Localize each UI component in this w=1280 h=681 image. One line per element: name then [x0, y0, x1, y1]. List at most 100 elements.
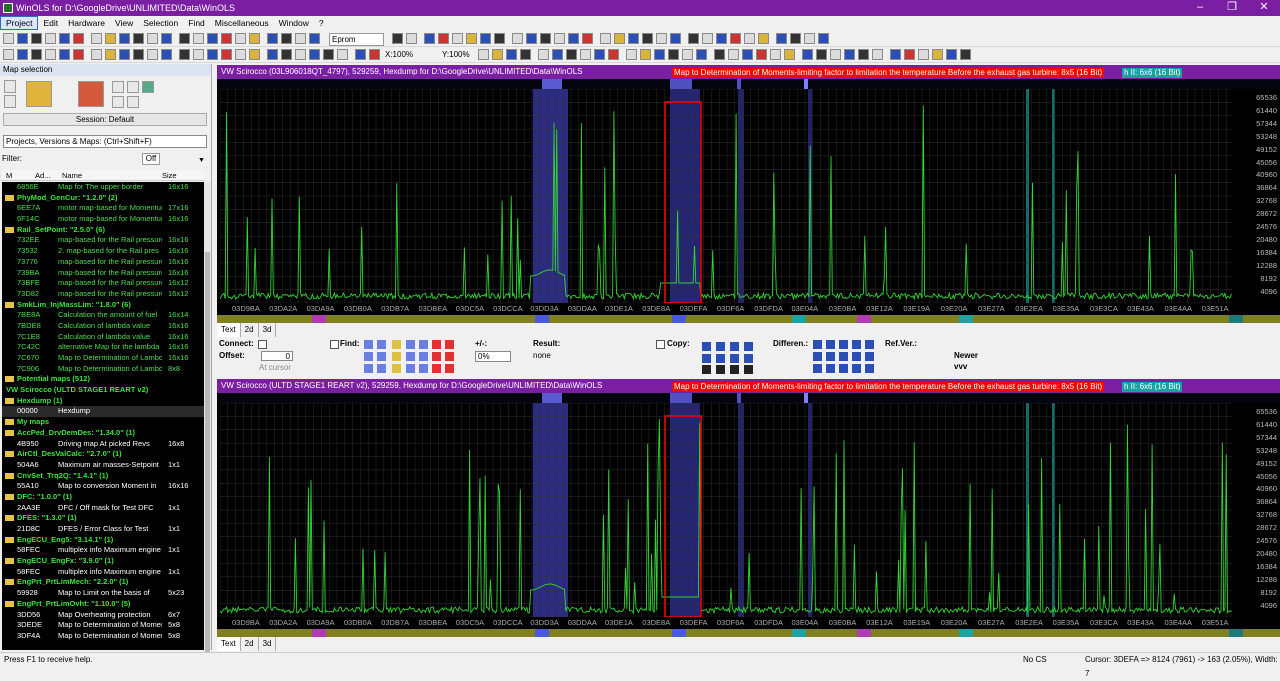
filter-off-toggle[interactable]: Off — [142, 153, 160, 165]
diff-nav-button[interactable] — [813, 340, 822, 349]
toolbar-button[interactable] — [802, 49, 813, 60]
toolbar-button[interactable] — [640, 49, 651, 60]
toolbar-button[interactable] — [105, 49, 116, 60]
find-option-button[interactable] — [419, 352, 428, 361]
find-option-button[interactable] — [364, 352, 373, 361]
tree-scrollbar[interactable] — [204, 182, 211, 652]
toolbar-button[interactable] — [3, 49, 14, 60]
menu-help[interactable]: ? — [314, 16, 329, 30]
find-option-button[interactable] — [406, 352, 415, 361]
tolerance-select[interactable]: 0% — [475, 351, 511, 362]
toolbar-button[interactable] — [742, 49, 753, 60]
map-list-item[interactable]: 4B950 Driving map At picked Revs 16x8 — [2, 439, 204, 450]
toolbar-button[interactable] — [552, 49, 563, 60]
map-list-item[interactable]: 3DF4A Map to Determination of Moment 5x8 — [2, 631, 204, 642]
ref-vvv[interactable]: vvv — [954, 362, 967, 371]
toolbar-button[interactable] — [520, 49, 531, 60]
col-address[interactable]: Ad... — [35, 170, 50, 181]
find-option-button[interactable] — [406, 340, 415, 349]
toolbar-button[interactable] — [714, 49, 725, 60]
toolbar-button[interactable] — [309, 33, 320, 44]
toolbar-button[interactable] — [133, 49, 144, 60]
diff-nav-button[interactable] — [813, 364, 822, 373]
menu-project[interactable]: Project — [0, 16, 39, 30]
map-list-item[interactable]: 3DD56 Map Overheating protection 6x7 — [2, 610, 204, 621]
diff-nav-button[interactable] — [852, 364, 861, 373]
toolbar-button[interactable] — [656, 33, 667, 44]
graph-plot[interactable] — [220, 403, 1232, 617]
toolbar-button[interactable] — [73, 33, 84, 44]
map-list-item[interactable]: 73776 map-based for the Rail pressure 16x1… — [2, 257, 204, 268]
session-button[interactable]: Session: Default — [3, 113, 207, 126]
menu-find[interactable]: Find — [183, 16, 210, 30]
diff-nav-button[interactable] — [865, 340, 874, 349]
y-zoom-readout[interactable]: Y:100% — [442, 49, 470, 60]
toolbar-button[interactable] — [295, 33, 306, 44]
toolbar-button[interactable] — [580, 49, 591, 60]
find-option-button[interactable] — [432, 364, 441, 373]
new-project-icon[interactable] — [4, 80, 16, 93]
copy-option-button[interactable] — [730, 354, 739, 363]
toolbar-button[interactable] — [526, 33, 537, 44]
eprom-select[interactable]: Eprom — [329, 33, 384, 46]
tab-text[interactable]: Text — [217, 323, 241, 337]
toolbar-button[interactable] — [946, 49, 957, 60]
toolbar-button[interactable] — [758, 33, 769, 44]
map-list-item[interactable]: 7BE8A Calculation the amount of fuel 16x14 — [2, 310, 204, 321]
toolbar-button[interactable] — [147, 49, 158, 60]
toolbar-button[interactable] — [960, 49, 971, 60]
col-name[interactable]: Name — [62, 170, 82, 181]
menu-window[interactable]: Window — [274, 16, 314, 30]
toolbar-button[interactable] — [207, 49, 218, 60]
toolbar-button[interactable] — [91, 33, 102, 44]
toolbar-button[interactable] — [776, 33, 787, 44]
copy-option-button[interactable] — [744, 342, 753, 351]
toolbar-button[interactable] — [267, 49, 278, 60]
toolbar-button[interactable] — [654, 49, 665, 60]
toolbar-button[interactable] — [59, 33, 70, 44]
filter-dropdown-icon[interactable]: ▼ — [198, 155, 205, 167]
toolbar-button[interactable] — [492, 49, 503, 60]
diff-nav-button[interactable] — [852, 340, 861, 349]
find-option-button[interactable] — [392, 352, 401, 361]
find-option-button[interactable] — [377, 364, 386, 373]
toolbar-button[interactable] — [626, 49, 637, 60]
find-option-button[interactable] — [377, 352, 386, 361]
toolbar-button[interactable] — [728, 49, 739, 60]
diff-nav-button[interactable] — [839, 340, 848, 349]
copy-option-button[interactable] — [702, 365, 711, 374]
toolbar-button[interactable] — [147, 33, 158, 44]
toolbar-button[interactable] — [730, 33, 741, 44]
toolbar-button[interactable] — [466, 33, 477, 44]
map-list-item[interactable]: 58FEC multiplex info Maximum engine 1x1 — [2, 567, 204, 578]
toolbar-button[interactable] — [31, 33, 42, 44]
menu-selection[interactable]: Selection — [138, 16, 183, 30]
toolbar-button[interactable] — [540, 33, 551, 44]
toolbar-button[interactable] — [844, 49, 855, 60]
toolbar-button[interactable] — [744, 33, 755, 44]
tree-scrollbar-thumb[interactable] — [205, 252, 210, 652]
toolbar-button[interactable] — [406, 33, 417, 44]
toolbar-button[interactable] — [207, 33, 218, 44]
folder-node[interactable]: CnvSet_Trq2Q: "1.4.1" (1) — [2, 471, 204, 482]
toolbar-button[interactable] — [904, 49, 915, 60]
x-zoom-readout[interactable]: X:100% — [385, 49, 413, 60]
map-list-item[interactable]: 59928 Map to Limit on the basis of 5x23 — [2, 588, 204, 599]
toolbar-button[interactable] — [133, 33, 144, 44]
map-list-item[interactable]: 55A10 Map to conversion Moment in 16x16 — [2, 481, 204, 492]
toolbar-button[interactable] — [179, 33, 190, 44]
toolbar-button[interactable] — [438, 33, 449, 44]
map-list-item[interactable]: 2AA3E DFC / Off mask for Test DFC 1x1 — [2, 503, 204, 514]
find-option-button[interactable] — [364, 340, 373, 349]
map-color-strip[interactable] — [217, 629, 1280, 637]
folder-node[interactable]: EngECU_Eng5: "3.14.1" (1) — [2, 535, 204, 546]
toolbar-button[interactable] — [816, 49, 827, 60]
find-option-button[interactable] — [445, 364, 454, 373]
toolbar-button[interactable] — [17, 33, 28, 44]
folder-node[interactable]: EngPrt_PrtLimMech: "2.2.0" (1) — [2, 577, 204, 588]
copy-option-button[interactable] — [744, 365, 753, 374]
map-list-item[interactable]: 73532 2. map-based for the Rail pres 16x16 — [2, 246, 204, 257]
col-m[interactable]: M — [6, 170, 12, 181]
close-button[interactable]: ✕ — [1250, 0, 1278, 16]
menu-edit[interactable]: Edit — [38, 16, 63, 30]
